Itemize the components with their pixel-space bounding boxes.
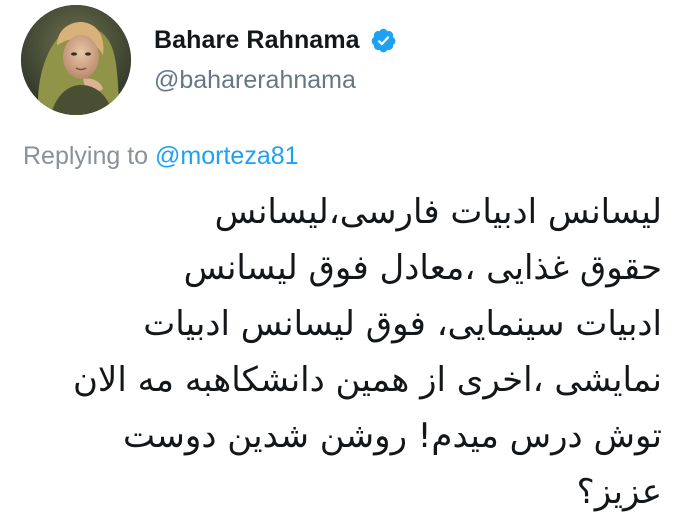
name-row: Bahare Rahnama bbox=[154, 24, 397, 56]
tweet-text-line: عزیز؟ bbox=[576, 472, 662, 512]
avatar[interactable] bbox=[21, 5, 131, 115]
user-handle[interactable]: @baharerahnama bbox=[154, 66, 356, 95]
tweet-card: Bahare Rahnama @baharerahnama Replying t… bbox=[0, 0, 682, 529]
tweet-text-line: حقوق غذایی ،معادل فوق لیسانس bbox=[183, 248, 662, 288]
replying-prefix: Replying to bbox=[23, 142, 149, 170]
tweet-text-line: نمایشی ،اخری از همین دانشکاهبه مه الان bbox=[72, 360, 662, 400]
profile-photo-icon bbox=[21, 5, 131, 115]
tweet-text-line: توش درس میدم! روشن شدین دوست bbox=[123, 416, 662, 456]
tweet-text-line: لیسانس ادبیات فارسی،لیسانس bbox=[214, 192, 662, 232]
tweet-text: لیسانس ادبیات فارسی،لیسانس حقوق غذایی ،م… bbox=[14, 184, 662, 520]
tweet-text-line: ادبیات سینمایی، فوق لیسانس ادبیات bbox=[143, 304, 662, 344]
reply-mention-link[interactable]: @morteza81 bbox=[155, 142, 299, 170]
verified-badge-icon bbox=[370, 27, 397, 54]
replying-to: Replying to @morteza81 bbox=[23, 142, 299, 171]
display-name[interactable]: Bahare Rahnama bbox=[154, 26, 360, 55]
